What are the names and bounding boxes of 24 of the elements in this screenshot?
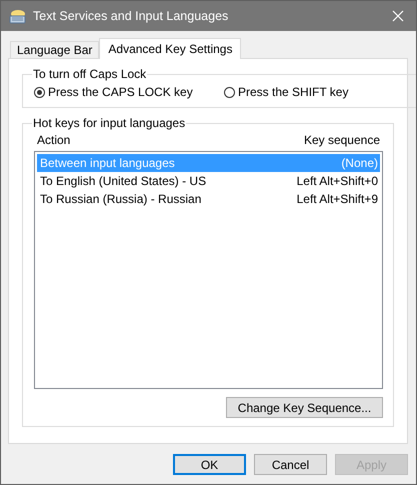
dialog-button[interactable]: OK	[173, 454, 246, 475]
dialog-button[interactable]: Cancel	[254, 454, 327, 475]
radio-label[interactable]: Press the SHIFT key	[238, 85, 348, 99]
list-row[interactable]: To English (United States) - US Left Alt+Shift+0	[37, 172, 380, 190]
key-sequence-text: (None)	[341, 156, 378, 170]
radio-button[interactable]	[34, 86, 45, 98]
column-header: Key sequence	[304, 133, 380, 147]
action-text: Between input languages	[40, 156, 175, 170]
tab[interactable]: Language Bar	[10, 41, 100, 58]
action-text: To English (United States) - US	[40, 174, 206, 188]
group-title: Hot keys for input languages	[32, 116, 186, 130]
group-title: To turn off Caps Lock	[32, 67, 148, 81]
radio-button[interactable]	[224, 86, 235, 98]
radio-label[interactable]: Press the CAPS LOCK key	[48, 85, 193, 99]
close-icon[interactable]	[392, 10, 404, 22]
tab[interactable]: Advanced Key Settings	[99, 38, 242, 59]
key-sequence-text: Left Alt+Shift+9	[296, 192, 378, 206]
column-header: Action	[37, 133, 70, 147]
window-title: Text Services and Input Languages	[33, 9, 230, 23]
change-key-sequence-button[interactable]: Change Key Sequence...	[226, 397, 383, 418]
keyboard-icon	[9, 8, 26, 24]
key-sequence-text: Left Alt+Shift+0	[296, 174, 378, 188]
action-text: To Russian (Russia) - Russian	[40, 192, 202, 206]
list-row[interactable]: To Russian (Russia) - Russian Left Alt+Shift+9	[37, 190, 380, 208]
